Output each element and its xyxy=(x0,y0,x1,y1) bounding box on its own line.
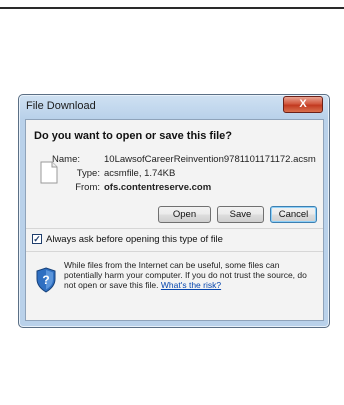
dialog-question: Do you want to open or save this file? xyxy=(34,130,233,142)
close-button[interactable]: X xyxy=(283,96,323,113)
cancel-button[interactable]: Cancel xyxy=(270,206,317,223)
name-label: Name: xyxy=(52,154,80,165)
security-warning: While files from the Internet can be use… xyxy=(64,260,314,290)
save-button[interactable]: Save xyxy=(217,206,264,223)
close-icon: X xyxy=(299,98,307,110)
open-button[interactable]: Open xyxy=(158,206,211,223)
from-label: From: xyxy=(75,182,100,193)
file-type-value: acsmfile, 1.74KB xyxy=(104,168,176,179)
always-ask-checkbox[interactable]: ✓ xyxy=(32,234,42,244)
top-divider xyxy=(0,7,344,9)
file-name-value: 10LawsofCareerReinvention9781101171172.a… xyxy=(104,154,316,165)
dialog-title: File Download xyxy=(26,100,96,112)
title-bar[interactable]: File Download X xyxy=(19,95,329,118)
divider xyxy=(26,228,323,229)
whats-the-risk-link[interactable]: What's the risk? xyxy=(161,280,221,290)
file-source-value: ofs.contentreserve.com xyxy=(104,182,212,193)
always-ask-label[interactable]: Always ask before opening this type of f… xyxy=(46,234,223,245)
dialog-content: Do you want to open or save this file? N… xyxy=(25,119,324,321)
divider xyxy=(26,251,323,252)
shield-warning-icon: ? xyxy=(36,267,56,293)
file-download-dialog: File Download X Do you want to open or s… xyxy=(18,94,330,328)
type-label: Type: xyxy=(76,168,100,179)
svg-text:?: ? xyxy=(42,273,49,287)
